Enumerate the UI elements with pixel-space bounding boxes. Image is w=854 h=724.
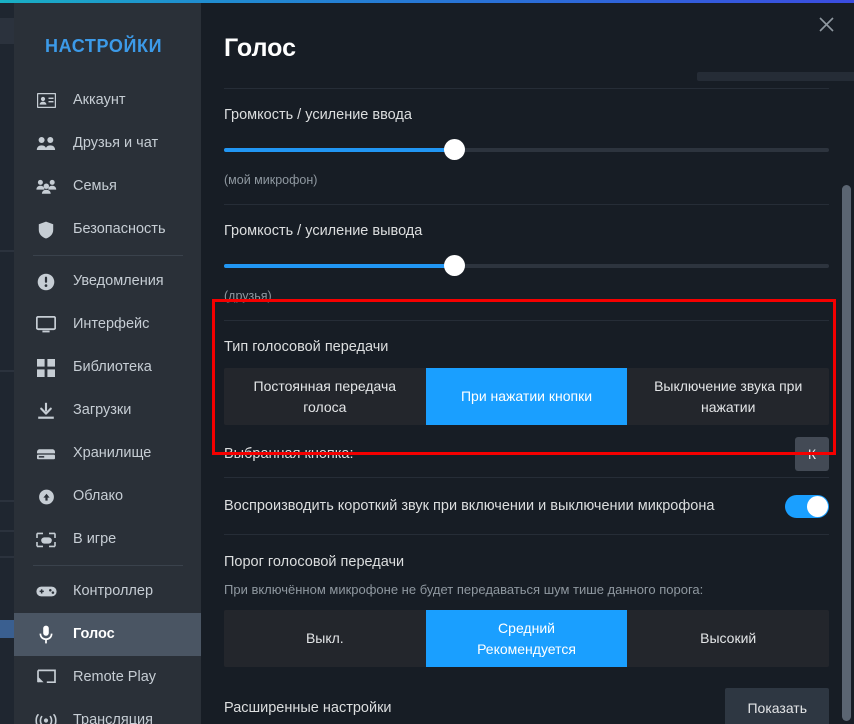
friends-icon [33, 133, 59, 155]
sidebar-item-label: В игре [73, 531, 117, 548]
sidebar-item-8[interactable]: Хранилище [14, 432, 201, 475]
threshold-option-2[interactable]: Высокий [627, 610, 829, 667]
sidebar-item-label: Друзья и чат [73, 135, 159, 152]
sidebar-item-9[interactable]: Облако [14, 475, 201, 518]
cloud-sync-icon [33, 486, 59, 508]
mic-sound-toggle[interactable] [785, 494, 829, 518]
storage-drive-icon [33, 443, 59, 465]
input-volume-section: Громкость / усиление ввода (мой микрофон… [224, 89, 829, 204]
shield-icon [33, 219, 59, 241]
settings-content: Громкость / усиление ввода (мой микрофон… [201, 3, 854, 724]
voice-transmission-option-2[interactable]: Выключение звука при нажатии [627, 368, 829, 425]
show-advanced-button[interactable]: Показать [725, 688, 829, 724]
threshold-options: Выкл. Средний Рекомендуется Высокий [224, 610, 829, 667]
broadcast-icon [33, 710, 59, 724]
sidebar-item-6[interactable]: Библиотека [14, 346, 201, 389]
sidebar-item-11[interactable]: Контроллер [14, 570, 201, 613]
seg-main-label: Средний [498, 620, 555, 637]
voice-transmission-option-1[interactable]: При нажатии кнопки [425, 368, 628, 425]
sidebar-item-12[interactable]: Голос [14, 613, 201, 656]
sidebar-nav: Аккаунт Друзья и чат Семья Безопасность Увед… [14, 79, 201, 724]
sidebar-divider [33, 565, 183, 566]
sidebar-item-3[interactable]: Безопасность [14, 208, 201, 251]
sidebar-item-label: Облако [73, 488, 124, 505]
slider-fill [224, 264, 454, 268]
sidebar-item-13[interactable]: Remote Play [14, 656, 201, 699]
input-volume-label: Громкость / усиление ввода [224, 107, 412, 123]
close-icon[interactable] [811, 9, 841, 39]
mic-sound-toggle-row: Воспроизводить короткий звук при включен… [224, 478, 829, 534]
voice-transmission-option-0[interactable]: Постоянная передача голоса [224, 368, 426, 425]
sidebar-item-label: Голос [73, 626, 115, 643]
settings-sidebar: НАСТРОЙКИ Аккаунт Друзья и чат Семья Безопа… [14, 3, 201, 724]
keybind-label: Выбранная кнопка: [224, 446, 354, 462]
keybind-button[interactable]: К [795, 437, 829, 471]
in-game-icon [33, 529, 59, 551]
sidebar-item-label: Семья [73, 178, 117, 195]
gamepad-icon [33, 581, 59, 603]
sidebar-item-1[interactable]: Друзья и чат [14, 122, 201, 165]
microphone-icon [33, 624, 59, 646]
monitor-icon [33, 314, 59, 336]
top-accent-line [0, 0, 854, 3]
output-volume-section: Громкость / усиление вывода (друзья) [224, 205, 829, 320]
sidebar-item-label: Аккаунт [73, 92, 126, 109]
output-volume-slider[interactable] [224, 253, 829, 279]
sidebar-divider [33, 255, 183, 256]
sidebar-item-label: Хранилище [73, 445, 152, 462]
notification-bell-icon [33, 271, 59, 293]
sidebar-item-7[interactable]: Загрузки [14, 389, 201, 432]
account-card-icon [33, 90, 59, 112]
sidebar-item-2[interactable]: Семья [14, 165, 201, 208]
sidebar-item-label: Библиотека [73, 359, 152, 376]
threshold-option-0[interactable]: Выкл. [224, 610, 426, 667]
family-icon [33, 176, 59, 198]
settings-window: НАСТРОЙКИ Аккаунт Друзья и чат Семья Безопа… [0, 0, 854, 724]
seg-sub-label: Рекомендуется [477, 640, 576, 657]
threshold-option-1[interactable]: Средний Рекомендуется [425, 610, 628, 667]
slider-thumb[interactable] [443, 139, 465, 160]
input-volume-sublabel: (мой микрофон) [224, 173, 318, 187]
voice-transmission-label: Тип голосовой передачи [224, 339, 389, 355]
keybind-row: Выбранная кнопка: К [224, 437, 829, 477]
download-icon [33, 400, 59, 422]
threshold-description: При включённом микрофоне не будет переда… [224, 582, 704, 597]
settings-main-panel: Голос Громкость / усиление ввода (мой ми… [201, 3, 854, 724]
sidebar-item-4[interactable]: Уведомления [14, 260, 201, 303]
sidebar-item-label: Remote Play [73, 669, 157, 686]
sidebar-item-10[interactable]: В игре [14, 518, 201, 561]
input-volume-slider[interactable] [224, 137, 829, 163]
sidebar-item-label: Уведомления [73, 273, 164, 290]
vertical-scrollbar[interactable] [842, 185, 851, 721]
sidebar-item-5[interactable]: Интерфейс [14, 303, 201, 346]
slider-thumb[interactable] [443, 255, 465, 276]
threshold-section: Порог голосовой передачи При включённом … [224, 535, 829, 667]
background-window-strip [0, 0, 14, 724]
output-volume-label: Громкость / усиление вывода [224, 223, 423, 239]
sidebar-item-label: Интерфейс [73, 316, 150, 333]
voice-transmission-options: Постоянная передача голоса При нажатии кн… [224, 368, 829, 425]
output-volume-sublabel: (друзья) [224, 289, 272, 303]
toggle-knob [807, 495, 828, 517]
voice-transmission-section: Тип голосовой передачи Постоянная переда… [224, 321, 829, 477]
grid-icon [33, 357, 59, 379]
cast-icon [33, 667, 59, 689]
sidebar-item-14[interactable]: Трансляция [14, 699, 201, 724]
sidebar-item-label: Трансляция [73, 712, 153, 724]
sidebar-item-label: Контроллер [73, 583, 154, 600]
sidebar-item-0[interactable]: Аккаунт [14, 79, 201, 122]
sidebar-title: НАСТРОЙКИ [45, 36, 163, 56]
slider-fill [224, 148, 454, 152]
advanced-settings-label: Расширенные настройки [224, 700, 392, 716]
mic-sound-toggle-label: Воспроизводить короткий звук при включен… [224, 498, 715, 514]
sidebar-item-label: Загрузки [73, 402, 132, 419]
advanced-settings-row: Расширенные настройки Показать [224, 688, 829, 724]
threshold-title: Порог голосовой передачи [224, 554, 405, 570]
sidebar-item-label: Безопасность [73, 221, 166, 238]
